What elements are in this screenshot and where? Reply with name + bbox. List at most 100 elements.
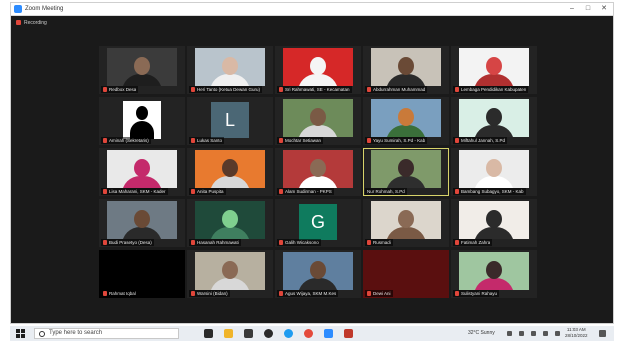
participant-video	[371, 150, 441, 188]
participant-tile[interactable]: Sri Rahmawati, SE - Kecamatan	[275, 46, 361, 94]
participant-name: Sri Rahmawati, SE - Kecamatan	[285, 87, 350, 92]
mic-muted-icon	[367, 291, 371, 296]
mic-muted-icon	[367, 240, 371, 245]
mic-muted-icon	[103, 189, 107, 194]
app-icon[interactable]	[344, 329, 353, 338]
participant-name-bar: Mochtar Setiawan	[277, 137, 324, 144]
participant-tile[interactable]: Bambang Subagyo, SKM - Kab	[451, 148, 537, 196]
participant-name: Miftahul Jannah, S.Pd	[461, 138, 506, 143]
participant-name-bar: Galih Wicaksono	[277, 239, 321, 246]
participant-tile[interactable]: Agus Wijaya, SKM M.Kes	[275, 250, 361, 298]
participant-tile[interactable]: Rahmat Iqbal	[99, 250, 185, 298]
store-icon[interactable]	[244, 329, 253, 338]
participant-video	[459, 48, 529, 86]
mic-muted-icon	[455, 189, 459, 194]
edge-icon[interactable]	[284, 329, 293, 338]
participant-name-bar: Sulistyani Rahayu	[453, 290, 500, 297]
participant-tile[interactable]: Redbox Desa	[99, 46, 185, 94]
notification-icon[interactable]	[599, 330, 606, 337]
participant-tile[interactable]: Sulistyani Rahayu	[451, 250, 537, 298]
zoom-taskbar-icon[interactable]	[324, 329, 333, 338]
participant-tile[interactable]: Lembaga Pendidikan Kabupaten	[451, 46, 537, 94]
participant-name-bar: Fatimah Zahra	[453, 239, 493, 246]
participant-video	[371, 201, 441, 239]
participant-name-bar: Lembaga Pendidikan Kabupaten	[453, 86, 529, 93]
participant-video	[283, 150, 353, 188]
participant-name-bar: Anita Puspita	[189, 188, 226, 195]
participant-tile[interactable]: Dewi Ani	[363, 250, 449, 298]
participant-tile[interactable]: Abdurrahman Muhammad	[363, 46, 449, 94]
participant-name-bar: Lukas Santo	[189, 137, 225, 144]
participant-name-bar: Budi Prasetyo (Desa)	[101, 239, 154, 246]
participant-name-bar: Rusmadi	[365, 239, 393, 246]
mic-muted-icon	[279, 291, 283, 296]
participant-name-bar: Warsini (Bidan)	[189, 290, 230, 297]
participant-name-bar: Bambang Subagyo, SKM - Kab	[453, 188, 526, 195]
tray-chevron-icon[interactable]	[507, 331, 512, 336]
participant-name: Budi Prasetyo (Desa)	[109, 240, 152, 245]
participant-video	[371, 99, 441, 137]
file-explorer-icon[interactable]	[224, 329, 233, 338]
close-button[interactable]: ✕	[597, 4, 611, 14]
participant-name-bar: Aminah (Sekretaris)	[101, 137, 151, 144]
participant-avatar: G	[299, 204, 337, 240]
maximize-button[interactable]: □	[581, 4, 595, 14]
participant-video	[195, 252, 265, 290]
clock-date: 28/10/2022	[565, 333, 588, 338]
participant-video	[107, 201, 177, 239]
taskbar-search-input[interactable]: Type here to search	[34, 328, 179, 339]
windows-taskbar: Type here to search 32°C Sunny 11:03 AM …	[10, 326, 614, 341]
mic-muted-icon	[103, 138, 107, 143]
participant-tile[interactable]: Lisa Maharani, SKM - Kader	[99, 148, 185, 196]
mic-muted-icon	[103, 240, 107, 245]
participant-video	[107, 150, 177, 188]
network-icon[interactable]	[543, 331, 548, 336]
participant-tile[interactable]: Fatimah Zahra	[451, 199, 537, 247]
participant-tile[interactable]: G Galih Wicaksono	[275, 199, 361, 247]
participant-name-bar: Sri Rahmawati, SE - Kecamatan	[277, 86, 352, 93]
participant-tile[interactable]: Mochtar Setiawan	[275, 97, 361, 145]
search-placeholder: Type here to search	[49, 330, 103, 336]
participant-name: Alam Sudirman - PKPS	[285, 189, 332, 194]
task-view-icon[interactable]	[204, 329, 213, 338]
participant-tile[interactable]: Budi Prasetyo (Desa)	[99, 199, 185, 247]
weather-widget[interactable]: 32°C Sunny	[468, 327, 495, 340]
clock[interactable]: 11:03 AM 28/10/2022	[565, 327, 588, 339]
participant-tile[interactable]: Aminah (Sekretaris)	[99, 97, 185, 145]
participant-tile[interactable]: L Lukas Santo	[187, 97, 273, 145]
participant-name-bar: Abdurrahman Muhammad	[365, 86, 428, 93]
participant-name-bar: Agus Wijaya, SKM M.Kes	[277, 290, 339, 297]
participant-name-bar: Dewi Ani	[365, 290, 393, 297]
participant-video	[371, 48, 441, 86]
participant-tile[interactable]: Warsini (Bidan)	[187, 250, 273, 298]
participant-tile[interactable]: Yayu Sumirah, S.Pd - Kab	[363, 97, 449, 145]
participant-tile[interactable]: Rusmadi	[363, 199, 449, 247]
mic-muted-icon	[367, 138, 371, 143]
participant-tile[interactable]: Nur Rohmah, S.Pd	[363, 148, 449, 196]
windows-start-icon[interactable]	[16, 329, 25, 338]
participant-video	[283, 252, 353, 290]
participant-tile[interactable]: Hasanah Rahmawati	[187, 199, 273, 247]
minimize-button[interactable]: –	[565, 4, 579, 14]
recording-label: Recording	[24, 20, 47, 26]
participant-name-bar: Redbox Desa	[101, 86, 139, 93]
participant-tile[interactable]: Alam Sudirman - PKPS	[275, 148, 361, 196]
participant-avatar: L	[211, 102, 249, 138]
participant-name-bar: Hasanah Rahmawati	[189, 239, 241, 246]
cloud-icon[interactable]	[519, 331, 524, 336]
participant-name: Redbox Desa	[109, 87, 137, 92]
participant-tile[interactable]: Heri Tanto (Ketua Dewan Guru)	[187, 46, 273, 94]
mic-muted-icon	[455, 291, 459, 296]
mic-muted-icon	[279, 240, 283, 245]
participant-tile[interactable]: Miftahul Jannah, S.Pd	[451, 97, 537, 145]
participant-name: Mochtar Setiawan	[285, 138, 322, 143]
volume-icon[interactable]	[555, 331, 560, 336]
mic-muted-icon	[455, 87, 459, 92]
default-avatar-icon	[123, 101, 161, 139]
media-icon[interactable]	[264, 329, 273, 338]
participant-name: Warsini (Bidan)	[197, 291, 228, 296]
chrome-icon[interactable]	[304, 329, 313, 338]
battery-icon[interactable]	[531, 331, 536, 336]
participant-tile[interactable]: Anita Puspita	[187, 148, 273, 196]
mic-muted-icon	[367, 87, 371, 92]
